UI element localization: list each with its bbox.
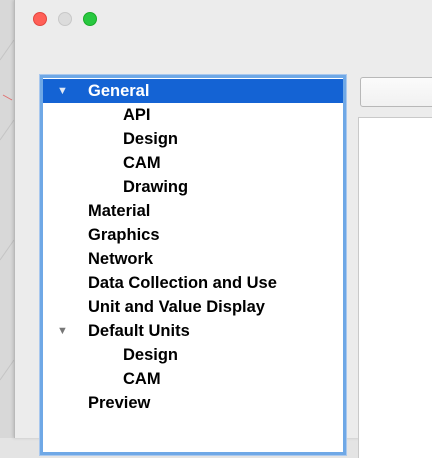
disclosure-triangle-down-icon[interactable]: ▼	[57, 79, 68, 103]
tree-item-label: CAM	[123, 154, 161, 172]
tree-item[interactable]: Unit and Value Display	[43, 295, 343, 319]
tree-item[interactable]: CAM	[43, 151, 343, 175]
minimize-button[interactable]	[58, 12, 72, 26]
close-button[interactable]	[33, 12, 47, 26]
tree-item[interactable]: Preview	[43, 391, 343, 415]
tree-item-label: Drawing	[123, 178, 189, 196]
tree-item[interactable]: Graphics	[43, 223, 343, 247]
settings-header-field[interactable]	[360, 77, 432, 107]
tree-item[interactable]: Design	[43, 127, 343, 151]
tree-item-label: Design	[123, 130, 179, 148]
tree-item[interactable]: ▼ Default Units	[43, 319, 343, 343]
title-bar	[15, 0, 432, 48]
disclosure-triangle-down-icon[interactable]: ▼	[57, 319, 68, 343]
tree-item[interactable]: CAM	[43, 367, 343, 391]
tree-item-label: General	[88, 82, 150, 100]
tree-item-label: Data Collection and Use	[88, 274, 277, 292]
tree-item[interactable]: ▼ General	[43, 79, 343, 103]
zoom-button[interactable]	[83, 12, 97, 26]
tree-item[interactable]: Network	[43, 247, 343, 271]
tree-item-label: Graphics	[88, 226, 160, 244]
preferences-category-tree[interactable]: ▼ General API Design CAM Drawing Material Graph…	[40, 75, 346, 455]
tree-item-label: Design	[123, 346, 179, 364]
tree-item-label: API	[123, 106, 151, 124]
tree-item[interactable]: Data Collection and Use	[43, 271, 343, 295]
tree-item-label: Network	[88, 250, 154, 268]
tree-item-label: CAM	[123, 370, 161, 388]
tree-item-label: Default Units	[88, 322, 190, 340]
tree-item[interactable]: Material	[43, 199, 343, 223]
tree-item-label: Unit and Value Display	[88, 298, 265, 316]
tree-item[interactable]: Design	[43, 343, 343, 367]
tree-item-label: Preview	[88, 394, 151, 412]
tree-item[interactable]: API	[43, 103, 343, 127]
tree-item[interactable]: Drawing	[43, 175, 343, 199]
tree-item-label: Material	[88, 202, 151, 220]
settings-content-panel	[358, 117, 432, 458]
